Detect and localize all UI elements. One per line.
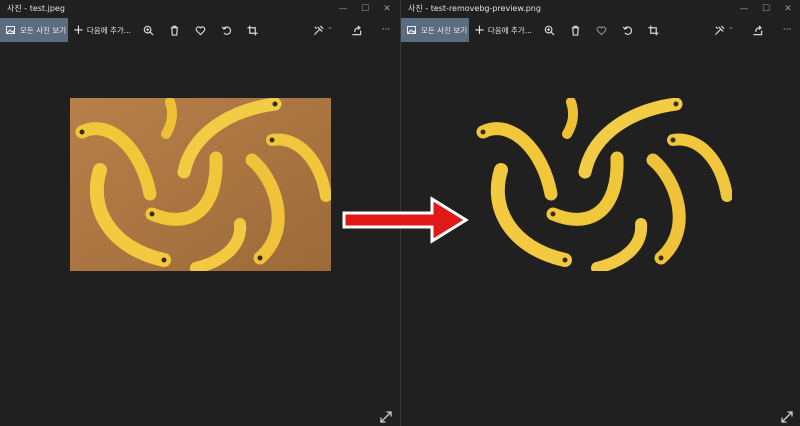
see-all-photos-button[interactable]: 모든 사진 보기 (0, 18, 68, 42)
close-button[interactable]: ✕ (376, 0, 398, 18)
edit-create-icon[interactable] (311, 23, 325, 37)
see-all-photos-button[interactable]: 모든 사진 보기 (401, 18, 469, 42)
banana-photo (70, 98, 331, 271)
maximize-button[interactable]: ☐ (354, 0, 376, 18)
title-bar: 사진 - test-removebg-preview.png — ☐ ✕ (401, 0, 800, 18)
expand-icon[interactable] (781, 408, 793, 423)
photo-icon (407, 26, 416, 34)
favorite-icon[interactable] (193, 23, 207, 37)
add-to-button[interactable]: + 다음에 추가... (474, 18, 532, 42)
see-all-photos-label: 모든 사진 보기 (421, 25, 468, 35)
more-icon[interactable]: ··· (780, 23, 794, 37)
background-removed-image (471, 98, 732, 271)
minimize-button[interactable]: — (733, 0, 755, 18)
delete-icon[interactable] (568, 23, 582, 37)
zoom-icon[interactable] (542, 23, 556, 37)
bananas-cutout-image (476, 98, 732, 271)
expand-icon[interactable] (380, 408, 392, 423)
toolbar: 모든 사진 보기 + 다음에 추가... ⌄ ··· (401, 18, 800, 42)
more-icon[interactable]: ··· (379, 23, 393, 37)
share-icon[interactable] (349, 23, 363, 37)
chevron-down-icon[interactable]: ⌄ (728, 23, 734, 31)
zoom-icon[interactable] (141, 23, 155, 37)
favorite-icon[interactable] (594, 23, 608, 37)
rotate-icon[interactable] (620, 23, 634, 37)
chevron-down-icon[interactable]: ⌄ (327, 23, 333, 31)
toolbar: 모든 사진 보기 + 다음에 추가... ⌄ ··· (0, 18, 400, 42)
window-title: 사진 - test.jpeg (7, 4, 65, 13)
window-title: 사진 - test-removebg-preview.png (408, 4, 541, 13)
edit-create-icon[interactable] (712, 23, 726, 37)
delete-icon[interactable] (167, 23, 181, 37)
title-bar: 사진 - test.jpeg — ☐ ✕ (0, 0, 400, 18)
maximize-button[interactable]: ☐ (755, 0, 777, 18)
rotate-icon[interactable] (219, 23, 233, 37)
add-to-label: 다음에 추가... (487, 25, 532, 35)
see-all-photos-label: 모든 사진 보기 (20, 25, 67, 35)
plus-icon: + (474, 22, 485, 38)
add-to-button[interactable]: + 다음에 추가... (73, 18, 131, 42)
red-arrow-icon (342, 196, 469, 244)
photo-icon (6, 26, 15, 34)
minimize-button[interactable]: — (332, 0, 354, 18)
bananas-on-brown-image (70, 98, 331, 271)
crop-icon[interactable] (245, 23, 259, 37)
crop-icon[interactable] (646, 23, 660, 37)
share-icon[interactable] (750, 23, 764, 37)
plus-icon: + (73, 22, 84, 38)
add-to-label: 다음에 추가... (86, 25, 131, 35)
close-button[interactable]: ✕ (777, 0, 799, 18)
